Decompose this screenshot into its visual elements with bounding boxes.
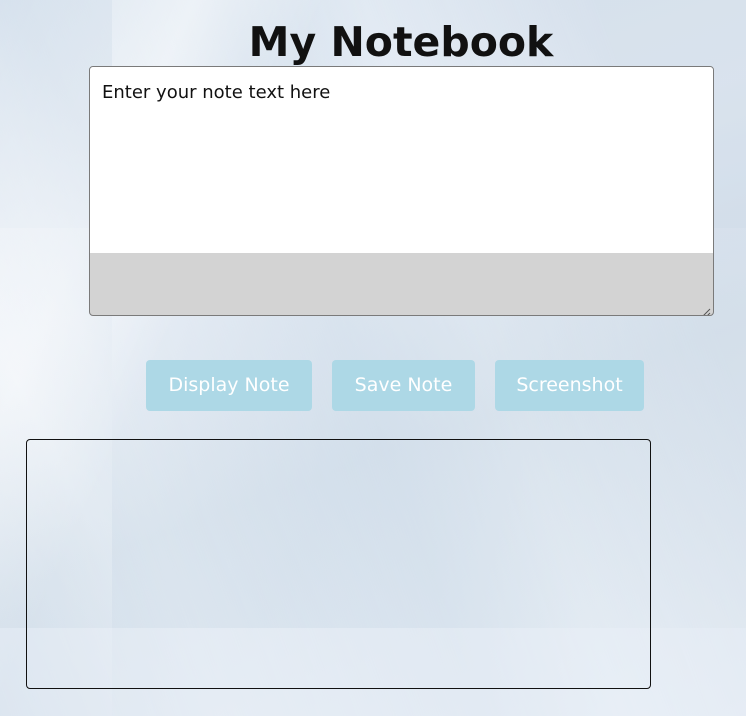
screenshot-button[interactable]: Screenshot	[495, 360, 644, 411]
page-title: My Notebook	[248, 18, 554, 66]
display-note-button[interactable]: Display Note	[146, 360, 312, 411]
note-display-area	[26, 439, 651, 689]
save-note-button[interactable]: Save Note	[332, 360, 475, 411]
note-editor	[89, 66, 714, 316]
note-textarea[interactable]	[90, 67, 713, 253]
resize-grip-icon[interactable]	[701, 303, 711, 315]
